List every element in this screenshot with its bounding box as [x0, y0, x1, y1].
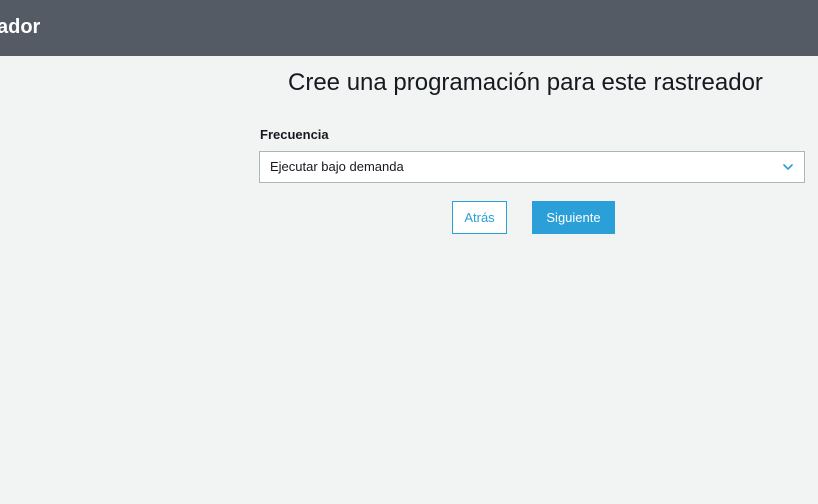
frequency-select-value: Ejecutar bajo demanda: [270, 159, 404, 174]
frequency-label: Frecuencia: [260, 127, 329, 142]
next-button[interactable]: Siguiente: [532, 201, 615, 234]
back-button[interactable]: Atrás: [452, 201, 507, 234]
chevron-down-icon: [783, 164, 793, 170]
frequency-select[interactable]: Ejecutar bajo demanda: [259, 151, 805, 183]
top-bar: ador: [0, 0, 818, 56]
header-title: ador: [0, 16, 41, 38]
page-title: Cree una programación para este rastread…: [288, 69, 763, 96]
